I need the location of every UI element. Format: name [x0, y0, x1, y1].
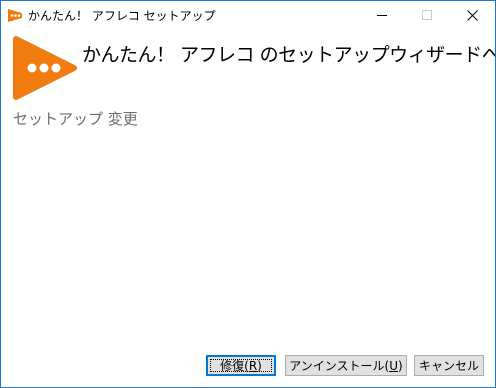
title-bar[interactable]: かんたん！ アフレコ セットアップ — [1, 1, 495, 30]
setup-window: かんたん！ アフレコ セットアップ かんたん！ アフレコ のセットアップウィザー… — [0, 0, 496, 388]
repair-button[interactable]: 修復(R) — [206, 355, 276, 376]
close-button[interactable] — [450, 1, 495, 30]
cancel-label: キャンセル — [418, 359, 479, 373]
wizard-subheading: セットアップ 変更 — [13, 110, 138, 128]
app-icon — [8, 9, 22, 22]
wizard-heading: かんたん！ アフレコ のセットアップウィザードへようこそ — [82, 44, 495, 66]
uninstall-hotkey: U — [389, 358, 399, 373]
window-title: かんたん！ アフレコ セットアップ — [28, 9, 216, 23]
focus-rectangle — [210, 359, 272, 372]
uninstall-label: アンインストール — [289, 359, 385, 373]
uninstall-button[interactable]: アンインストール(U) — [285, 355, 407, 376]
app-logo — [13, 36, 77, 100]
maximize-button[interactable] — [405, 1, 450, 30]
cancel-button[interactable]: キャンセル — [414, 355, 484, 376]
close-icon — [467, 10, 478, 21]
minimize-icon — [377, 15, 387, 16]
minimize-button[interactable] — [360, 1, 405, 30]
maximize-icon — [422, 10, 432, 20]
